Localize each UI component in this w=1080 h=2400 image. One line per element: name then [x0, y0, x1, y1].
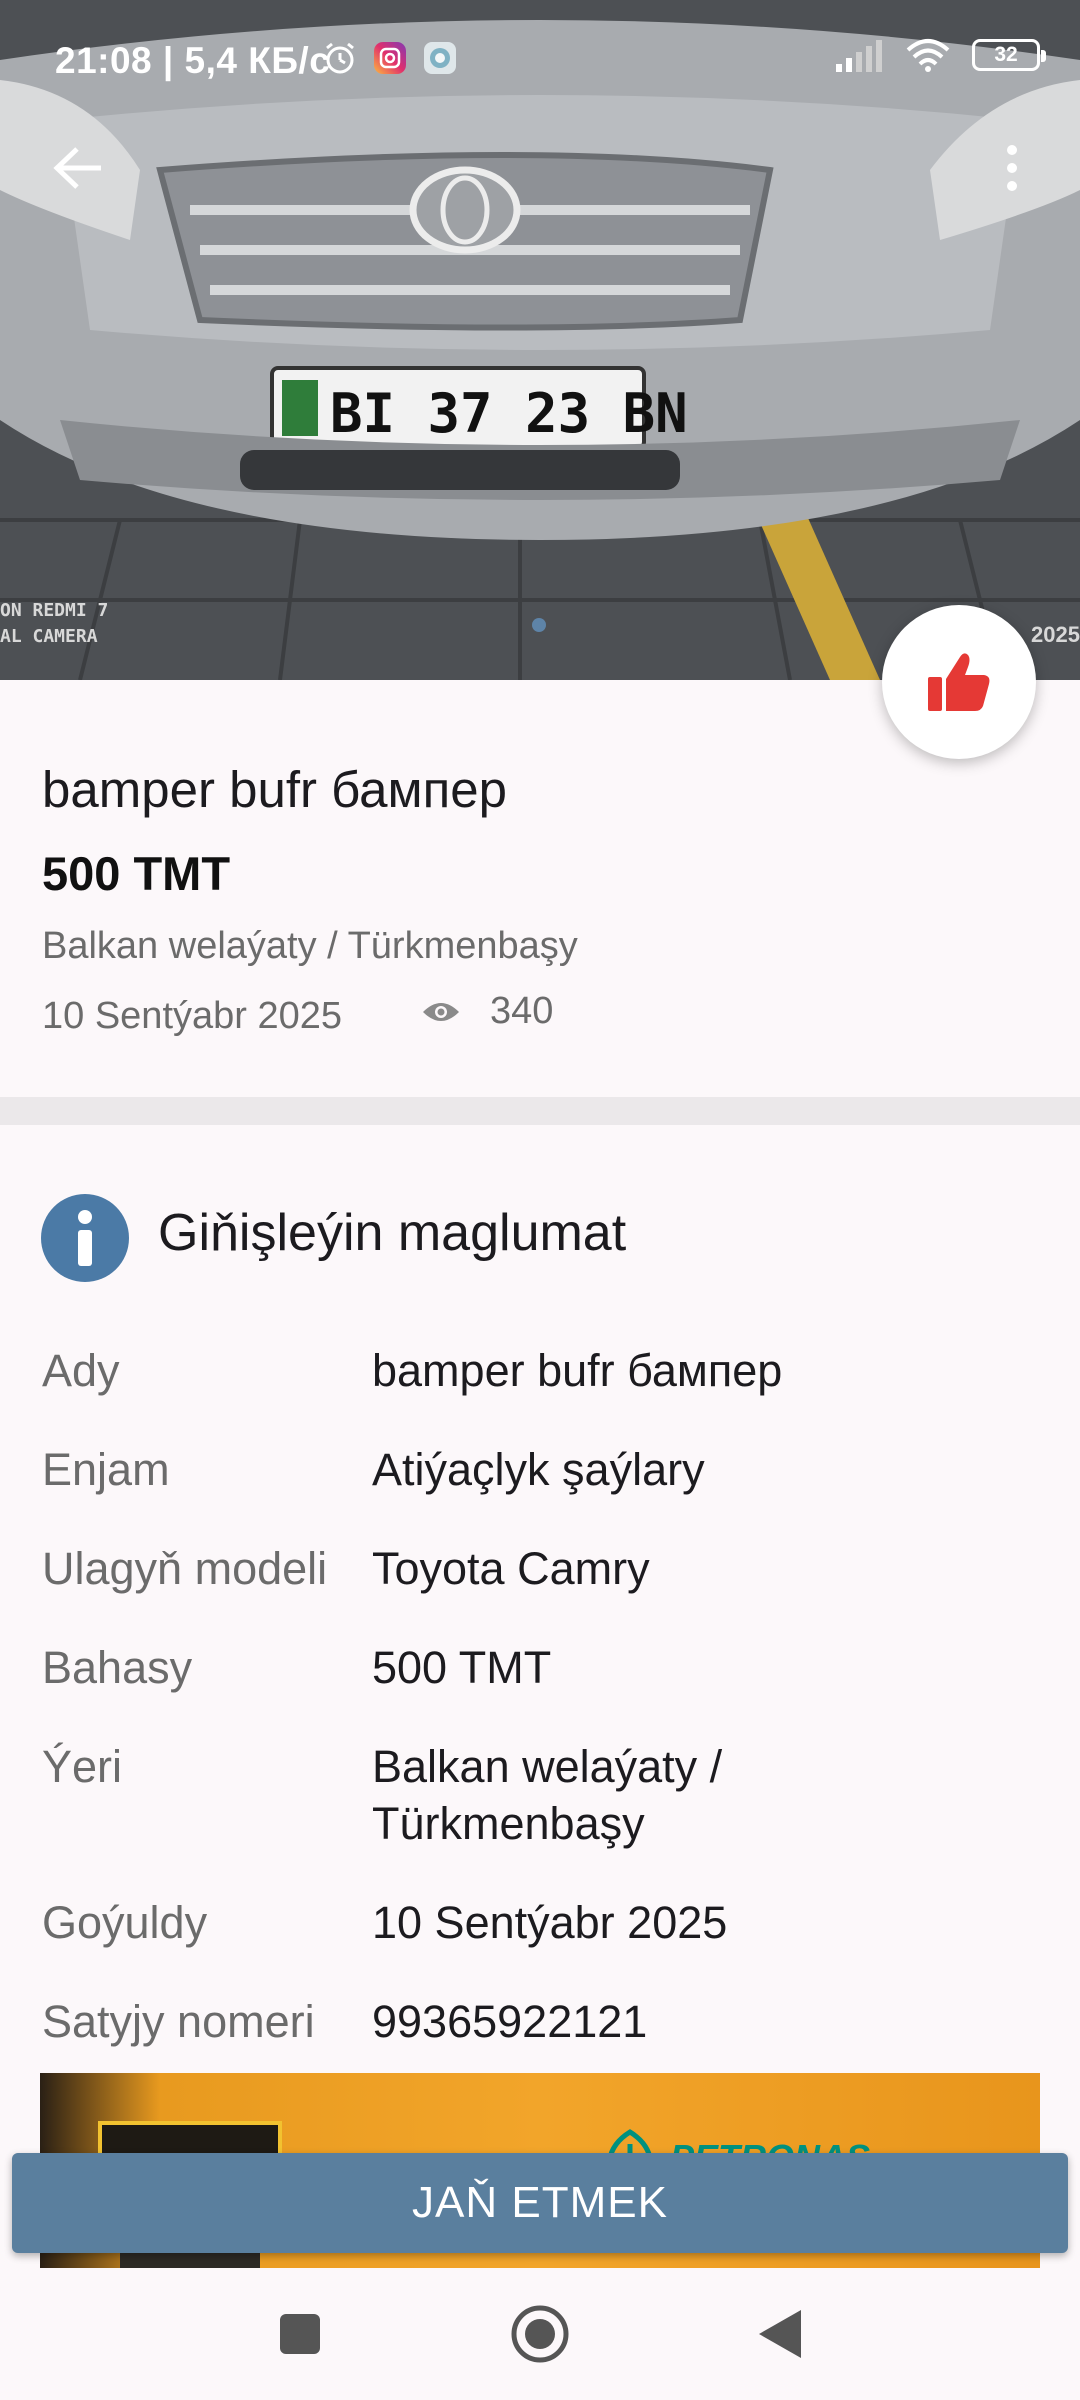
info-icon [41, 1194, 129, 1282]
detail-row-seller-phone: Satyjy nomeri 99365922121 [42, 1993, 1042, 2050]
carousel-page-indicator [532, 618, 546, 632]
detail-row-name: Ady bamper bufr бампер [42, 1342, 1042, 1399]
more-options-button[interactable] [974, 130, 1050, 206]
views-count: 340 [490, 990, 554, 1032]
detail-key: Ulagyň modeli [42, 1543, 328, 1594]
detail-key: Ady [42, 1345, 120, 1396]
detail-value: bamper bufr бампер [372, 1345, 783, 1396]
detail-key: Goýuldy [42, 1897, 208, 1948]
detail-value: Balkan welaýaty / Türkmenbaşy [372, 1741, 723, 1849]
views-counter: 340 [422, 990, 553, 1033]
back-button[interactable] [40, 130, 116, 206]
license-plate-text: BI 37 23 BN [330, 382, 688, 445]
detail-row-price: Bahasy 500 TMT [42, 1639, 1042, 1696]
detail-value[interactable]: 99365922121 [372, 1993, 1042, 2050]
status-time-speed: 21:08 | 5,4 КБ/с [55, 40, 331, 81]
detail-key: Satyjy nomeri [42, 1996, 315, 2047]
detail-value: 500 TMT [372, 1642, 552, 1693]
listing-date: 10 Sentýabr 2025 [42, 995, 343, 1037]
listing-photo[interactable]: BI 37 23 BN 21:08 | 5,4 КБ/с 32 ON REDMI… [0, 0, 1080, 680]
detail-key: Bahasy [42, 1642, 193, 1693]
detail-value: Toyota Camry [372, 1543, 650, 1594]
battery-indicator: 32 [972, 39, 1046, 71]
detail-row-category: Enjam Atiýaçlyk şaýlary [42, 1441, 1042, 1498]
detail-value: Atiýaçlyk şaýlary [372, 1444, 705, 1495]
detail-row-location: Ýeri Balkan welaýaty / Türkmenbaşy [42, 1738, 1042, 1852]
nav-back-button[interactable] [745, 2299, 815, 2369]
detail-key: Ýeri [42, 1741, 123, 1792]
detail-value: 10 Sentýabr 2025 [372, 1897, 728, 1948]
wifi-icon [906, 39, 950, 72]
like-button[interactable] [882, 605, 1036, 759]
section-divider [0, 1097, 1080, 1125]
eye-icon [423, 1002, 459, 1021]
details-table: Ady bamper bufr бампер Enjam Atiýaçlyk ş… [42, 1342, 1042, 2092]
more-vert-icon [1007, 145, 1017, 191]
home-icon [511, 2305, 569, 2363]
alarm-icon [326, 42, 354, 74]
nav-back-icon [759, 2310, 801, 2358]
listing-location: Balkan welaýaty / Türkmenbaşy [42, 925, 578, 967]
listing-title: bamper bufr бампер [42, 761, 507, 818]
call-button[interactable]: JAŇ ETMEK [12, 2153, 1068, 2253]
thumbs-up-icon [928, 653, 990, 711]
detail-row-model: Ulagyň modeli Toyota Camry [42, 1540, 1042, 1597]
recents-button[interactable] [265, 2299, 335, 2369]
recents-icon [280, 2314, 320, 2354]
status-bar: 21:08 | 5,4 КБ/с 32 [0, 0, 1080, 120]
system-navigation-bar [0, 2268, 1080, 2400]
signal-icon [836, 40, 882, 72]
detail-row-posted: Goýuldy 10 Sentýabr 2025 [42, 1894, 1042, 1951]
year-watermark: 2025 [1031, 622, 1080, 647]
arrow-back-icon [53, 147, 101, 189]
detail-key: Enjam [42, 1444, 170, 1495]
home-button[interactable] [505, 2299, 575, 2369]
camera-watermark-line-2: AL CAMERA [0, 626, 98, 647]
camera-watermark-line-1: ON REDMI 7 [0, 600, 109, 621]
instagram-icon [374, 42, 406, 74]
details-section-title: Giňişleýin maglumat [158, 1204, 627, 1262]
camera-watermark: ON REDMI 7 AL CAMERA [0, 598, 108, 650]
listing-price: 500 TMT [42, 847, 231, 900]
app-notification-icon [424, 42, 456, 74]
